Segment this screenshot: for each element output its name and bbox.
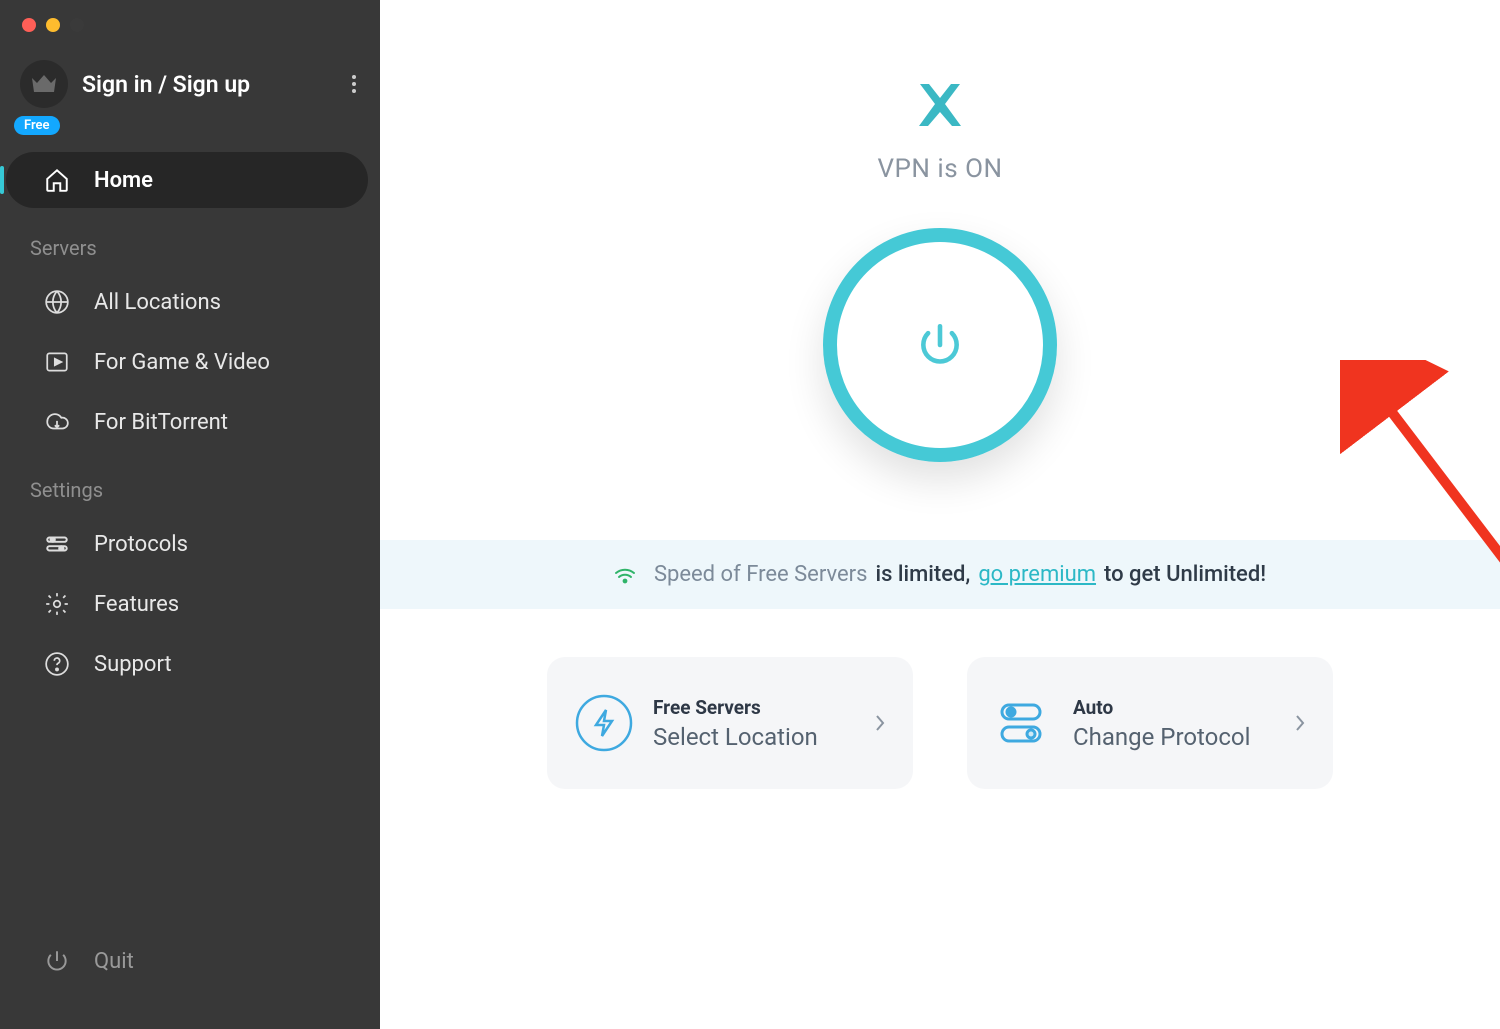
chevron-right-icon	[1295, 714, 1305, 732]
banner-bold: is limited,	[876, 562, 971, 587]
app-logo	[914, 82, 966, 128]
avatar	[20, 60, 68, 108]
main-panel: VPN is ON Speed of Free Servers is limit…	[380, 0, 1500, 1029]
play-square-icon	[42, 347, 72, 377]
nav-quit[interactable]: Quit	[6, 933, 368, 989]
bolt-circle-icon	[575, 694, 633, 752]
help-circle-icon	[42, 649, 72, 679]
cloud-download-icon	[42, 407, 72, 437]
power-toggle-button[interactable]	[823, 228, 1057, 462]
home-icon	[42, 165, 72, 195]
nav-bittorrent[interactable]: For BitTorrent	[6, 394, 368, 450]
card-subtitle: Select Location	[653, 723, 875, 751]
nav-home[interactable]: Home	[6, 152, 368, 208]
nav-label: For BitTorrent	[94, 410, 228, 435]
nav-all-locations[interactable]: All Locations	[6, 274, 368, 330]
change-protocol-card[interactable]: Auto Change Protocol	[967, 657, 1333, 789]
nav-support[interactable]: Support	[6, 636, 368, 692]
window-controls	[0, 0, 380, 32]
more-menu-button[interactable]	[346, 69, 362, 99]
crown-icon	[30, 74, 58, 94]
more-vertical-icon	[352, 75, 356, 93]
window-close-button[interactable]	[22, 18, 36, 32]
nav-game-video[interactable]: For Game & Video	[6, 334, 368, 390]
nav-label: Quit	[94, 949, 134, 974]
wifi-icon	[614, 566, 636, 584]
nav-label: All Locations	[94, 290, 221, 315]
nav: Home Servers All Locations For Game & Vi…	[0, 108, 380, 692]
plan-badge: Free	[14, 116, 60, 135]
section-settings-label: Settings	[0, 454, 380, 512]
upgrade-banner: Speed of Free Servers is limited, go pre…	[380, 540, 1500, 609]
nav-label: Support	[94, 652, 172, 677]
select-location-card[interactable]: Free Servers Select Location	[547, 657, 913, 789]
section-servers-label: Servers	[0, 212, 380, 270]
banner-prefix: Speed of Free Servers	[654, 562, 868, 587]
window-zoom-button[interactable]	[70, 18, 84, 32]
toggle-icon	[995, 694, 1053, 752]
x-logo-icon	[914, 82, 966, 128]
account-row[interactable]: Sign in / Sign up	[0, 32, 380, 108]
vpn-status-label: VPN is ON	[877, 154, 1002, 184]
go-premium-link[interactable]: go premium	[978, 562, 1096, 587]
window-minimize-button[interactable]	[46, 18, 60, 32]
cards-row: Free Servers Select Location Auto Change…	[547, 657, 1333, 789]
chevron-right-icon	[875, 714, 885, 732]
power-icon	[42, 946, 72, 976]
nav-label: Features	[94, 592, 179, 617]
sidebar: Sign in / Sign up Free Home Servers All …	[0, 0, 380, 1029]
nav-label: Protocols	[94, 532, 188, 557]
nav-protocols[interactable]: Protocols	[6, 516, 368, 572]
nav-features[interactable]: Features	[6, 576, 368, 632]
sliders-icon	[42, 529, 72, 559]
card-title: Free Servers	[653, 696, 875, 719]
gear-icon	[42, 589, 72, 619]
nav-label: Home	[94, 168, 153, 193]
card-title: Auto	[1073, 696, 1295, 719]
globe-icon	[42, 287, 72, 317]
power-ring	[823, 228, 1057, 462]
nav-label: For Game & Video	[94, 350, 270, 375]
banner-suffix: to get Unlimited!	[1104, 562, 1266, 587]
signin-label: Sign in / Sign up	[82, 71, 346, 98]
card-subtitle: Change Protocol	[1073, 723, 1295, 751]
